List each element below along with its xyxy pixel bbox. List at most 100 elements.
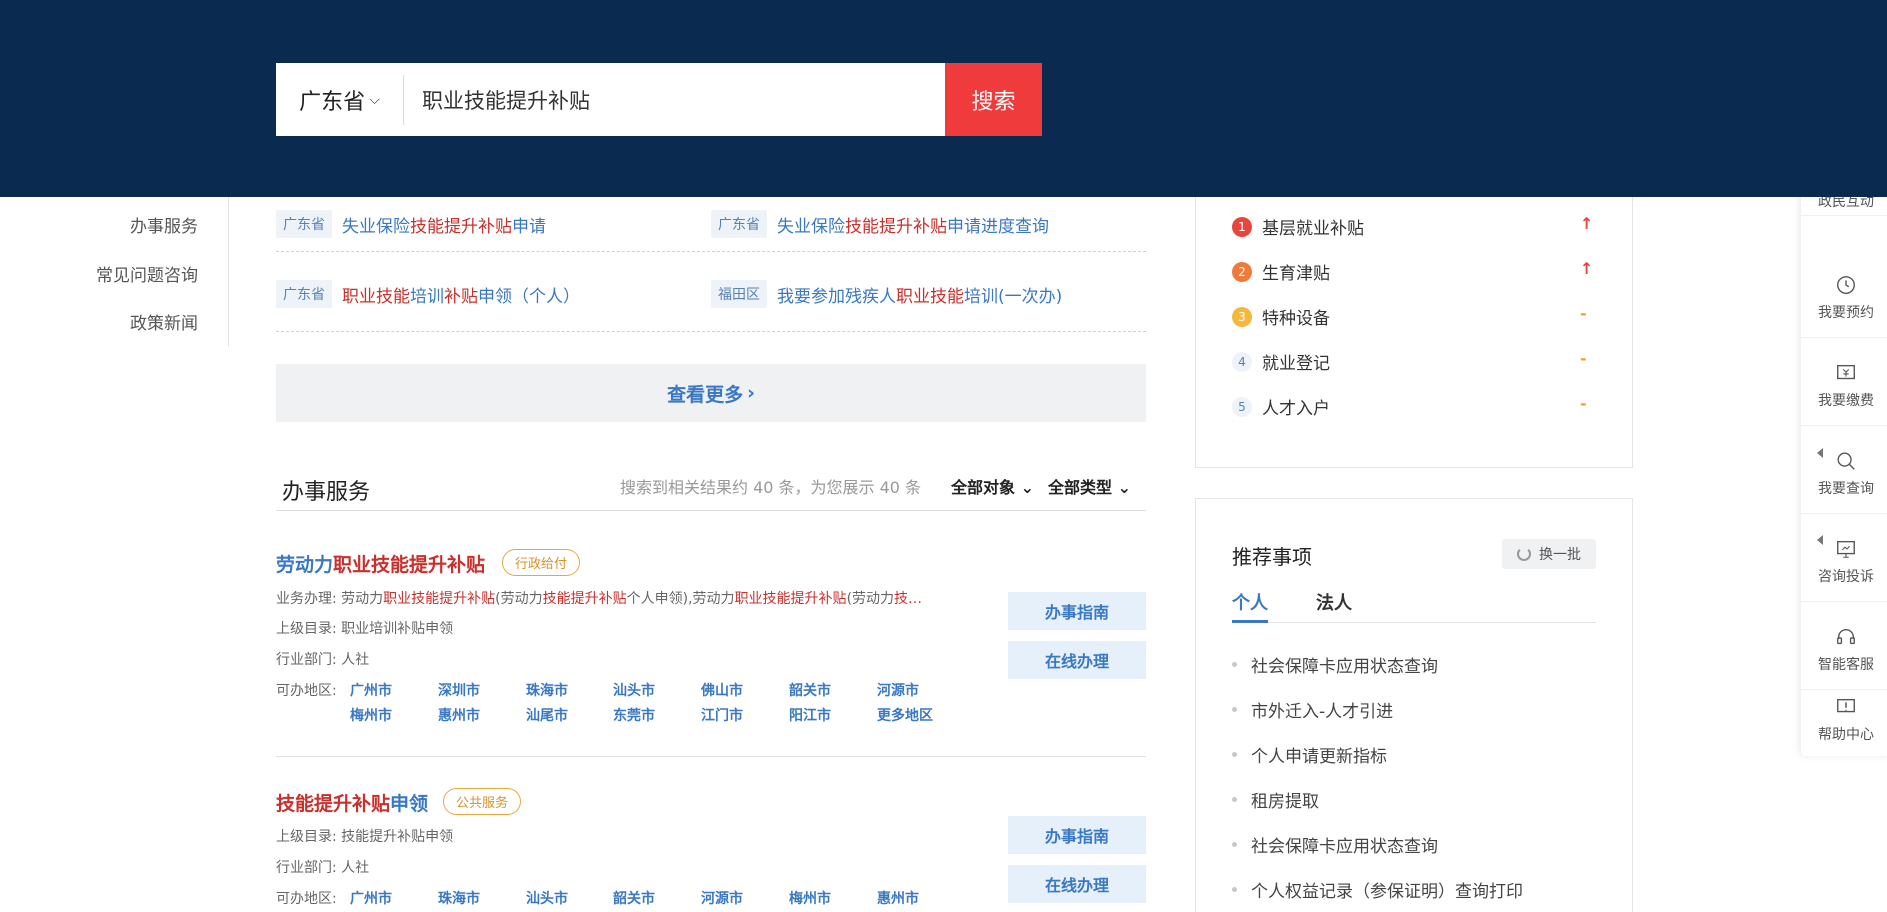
headset-icon xyxy=(1837,628,1855,644)
service-title[interactable]: 劳动力职业技能提升补贴 xyxy=(276,550,485,577)
float-item-support[interactable]: 智能客服 xyxy=(1801,610,1887,690)
recommend-item[interactable]: 市外迁入-人才引进 xyxy=(1232,697,1393,722)
city-link[interactable]: 汕尾市 xyxy=(526,705,568,725)
left-nav: 办事服务 常见问题咨询 政策新闻 xyxy=(0,197,229,347)
city-link[interactable]: 惠州市 xyxy=(438,705,480,725)
hot-item[interactable]: 5 人才入户 xyxy=(1232,394,1330,419)
trend-up-icon: ↑ xyxy=(1580,259,1594,278)
left-nav-item-news[interactable]: 政策新闻 xyxy=(130,309,198,334)
recommend-title: 推荐事项 xyxy=(1232,545,1312,569)
header-bar: 广东省 ⌵ 搜索 xyxy=(0,0,1887,197)
float-item-complaint[interactable]: 咨询投诉 xyxy=(1801,522,1887,602)
monitor-icon xyxy=(1837,540,1855,558)
city-link[interactable]: 深圳市 xyxy=(438,680,480,700)
region-tag: 广东省 xyxy=(711,210,767,238)
city-link[interactable]: 梅州市 xyxy=(350,705,392,725)
rank-badge: 2 xyxy=(1232,261,1252,282)
service-type-badge: 行政给付 xyxy=(502,549,581,576)
region-tag: 广东省 xyxy=(276,210,332,238)
region-tag: 广东省 xyxy=(276,280,332,308)
catalog-line: 上级目录: 职业培训补贴申领 xyxy=(276,621,454,637)
bullet-icon xyxy=(1232,752,1237,757)
rank-badge: 1 xyxy=(1232,216,1252,237)
result-link: 我要参加残疾人职业技能培训(一次办) xyxy=(777,286,1063,307)
city-link[interactable]: 珠海市 xyxy=(438,888,480,908)
recommend-item[interactable]: 个人申请更新指标 xyxy=(1232,742,1387,767)
hot-item[interactable]: 2 生育津贴 xyxy=(1232,259,1330,284)
float-item-appointment[interactable]: 我要预约 xyxy=(1801,258,1887,338)
region-select[interactable]: 广东省 ⌵ xyxy=(276,63,403,136)
city-link[interactable]: 河源市 xyxy=(877,680,919,700)
tab-personal[interactable]: 个人 xyxy=(1232,589,1268,615)
rank-badge: 3 xyxy=(1232,306,1252,327)
tab-legal-entity[interactable]: 法人 xyxy=(1316,589,1352,615)
bullet-icon xyxy=(1232,842,1237,847)
rank-badge: 5 xyxy=(1232,396,1252,417)
filter-type[interactable]: 全部类型 ⌄ xyxy=(1048,474,1131,498)
online-apply-button[interactable]: 在线办理 xyxy=(1008,865,1146,903)
tab-active-indicator xyxy=(1232,620,1268,623)
guide-button[interactable]: 办事指南 xyxy=(1008,816,1146,854)
view-more-button[interactable]: 查看更多 › xyxy=(276,364,1146,422)
section-divider xyxy=(276,510,1146,511)
bullet-icon xyxy=(1232,887,1237,892)
more-areas-link[interactable]: 更多地区 xyxy=(877,705,933,725)
service-type-badge: 公共服务 xyxy=(443,788,522,815)
city-link[interactable]: 东莞市 xyxy=(613,705,655,725)
city-link[interactable]: 梅州市 xyxy=(789,888,831,908)
float-toolbar: 政民互动 我要预约 我要缴费 我要查询 咨询投诉 智能客服 帮助中心 xyxy=(1801,180,1887,756)
hot-item[interactable]: 4 就业登记 xyxy=(1232,349,1330,374)
city-link[interactable]: 汕头市 xyxy=(526,888,568,908)
float-item-payment[interactable]: 我要缴费 xyxy=(1801,346,1887,426)
city-link[interactable]: 珠海市 xyxy=(526,680,568,700)
recommend-item[interactable]: 租房提取 xyxy=(1232,787,1319,812)
guide-button[interactable]: 办事指南 xyxy=(1008,592,1146,630)
search-button[interactable]: 搜索 xyxy=(945,63,1042,136)
business-line: 业务办理: 劳动力职业技能提升补贴(劳动力技能提升补贴个人申领),劳动力职业技能… xyxy=(276,591,923,607)
city-link[interactable]: 广州市 xyxy=(350,680,392,700)
service-title[interactable]: 技能提升补贴申领 xyxy=(276,789,428,816)
area-label: 可办地区: xyxy=(276,683,337,699)
city-link[interactable]: 惠州市 xyxy=(877,888,919,908)
result-link: 职业技能培训补贴申领（个人） xyxy=(342,286,580,307)
search-icon xyxy=(1837,452,1855,470)
city-link[interactable]: 韶关市 xyxy=(613,888,655,908)
hot-item[interactable]: 3 特种设备 xyxy=(1232,304,1330,329)
result-item[interactable]: 福田区 我要参加残疾人职业技能培训(一次办) xyxy=(711,280,1062,308)
city-link[interactable]: 韶关市 xyxy=(789,680,831,700)
catalog-line: 上级目录: 技能提升补贴申领 xyxy=(276,829,454,845)
left-nav-item-service[interactable]: 办事服务 xyxy=(130,212,198,237)
city-link[interactable]: 河源市 xyxy=(701,888,743,908)
payment-icon xyxy=(1837,364,1855,379)
card-divider xyxy=(276,756,1146,757)
recommend-item[interactable]: 个人权益记录（参保证明）查询打印 xyxy=(1232,877,1523,902)
recommend-item[interactable]: 社会保障卡应用状态查询 xyxy=(1232,652,1438,677)
online-apply-button[interactable]: 在线办理 xyxy=(1008,641,1146,679)
city-link[interactable]: 阳江市 xyxy=(789,705,831,725)
result-item[interactable]: 广东省 失业保险技能提升补贴申请 xyxy=(276,210,546,238)
view-more-label: 查看更多 xyxy=(667,383,744,406)
result-item[interactable]: 广东省 失业保险技能提升补贴申请进度查询 xyxy=(711,210,1049,238)
region-tag: 福田区 xyxy=(711,280,767,308)
trend-up-icon: ↑ xyxy=(1580,214,1594,233)
recommend-item[interactable]: 社会保障卡应用状态查询 xyxy=(1232,832,1438,857)
bullet-icon xyxy=(1232,707,1237,712)
city-link[interactable]: 汕头市 xyxy=(613,680,655,700)
section-title: 办事服务 xyxy=(282,480,371,505)
area-label: 可办地区: xyxy=(276,891,337,907)
float-item-help[interactable]: 帮助中心 xyxy=(1801,680,1887,760)
left-nav-item-faq[interactable]: 常见问题咨询 xyxy=(96,261,198,286)
chevron-right-icon: › xyxy=(747,382,755,404)
city-link[interactable]: 佛山市 xyxy=(701,680,743,700)
region-label: 广东省 xyxy=(299,89,366,115)
refresh-button[interactable]: 换一批 xyxy=(1502,539,1596,569)
city-link[interactable]: 江门市 xyxy=(701,705,743,725)
result-item[interactable]: 广东省 职业技能培训补贴申领（个人） xyxy=(276,280,580,308)
search-box: 广东省 ⌵ xyxy=(276,63,1042,136)
result-count: 搜索到相关结果约 40 条，为您展示 40 条 xyxy=(620,478,922,497)
float-item-query[interactable]: 我要查询 xyxy=(1801,434,1887,514)
filter-object[interactable]: 全部对象 ⌄ xyxy=(951,474,1034,498)
city-link[interactable]: 广州市 xyxy=(350,888,392,908)
dept-line: 行业部门: 人社 xyxy=(276,860,370,876)
hot-item[interactable]: 1 基层就业补贴 xyxy=(1232,214,1364,239)
